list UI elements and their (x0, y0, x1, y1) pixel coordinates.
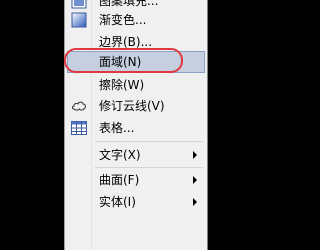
menu-item-label: 修订云线(V) (99, 99, 165, 113)
menu-item-label: 曲面(F) (99, 173, 140, 187)
menu-item-label: 文字(X) (99, 148, 141, 162)
gradient-icon (71, 12, 87, 28)
table-icon (71, 120, 87, 136)
menu-separator (95, 167, 203, 168)
menu-item-solids[interactable]: 实体(I) (67, 191, 205, 213)
menu-item-revcloud[interactable]: 修订云线(V) (67, 95, 205, 117)
submenu-arrow-icon (193, 198, 197, 206)
submenu-arrow-icon (193, 176, 197, 184)
menu-item-wipeout[interactable]: 擦除(W) (67, 74, 205, 96)
menu-item-label: 表格... (99, 121, 135, 135)
hatch-icon (71, 0, 87, 9)
menu-item-label: 边界(B)... (99, 35, 153, 49)
menu-item-label: 图案填充... (99, 0, 159, 8)
menu-item-label: 渐变色... (99, 13, 147, 27)
menu-item-label: 面域(N) (99, 55, 142, 69)
menu-item-table[interactable]: 表格... (67, 117, 205, 139)
menu-item-text[interactable]: 文字(X) (67, 144, 205, 166)
menu-item-gradient[interactable]: 渐变色... (67, 9, 205, 31)
menu-separator (95, 141, 203, 142)
menu-item-surfaces[interactable]: 曲面(F) (67, 169, 205, 191)
draw-context-menu: 图案填充... 渐变色... 边界(B)... 面域(N) 擦除(W) 修订云线… (64, 0, 208, 250)
menu-item-label: 擦除(W) (99, 78, 145, 92)
menu-item-boundary[interactable]: 边界(B)... (67, 31, 205, 53)
revision-cloud-icon (71, 98, 87, 114)
submenu-arrow-icon (193, 151, 197, 159)
menu-item-label: 实体(I) (99, 195, 136, 209)
menu-item-region[interactable]: 面域(N) (67, 51, 205, 73)
